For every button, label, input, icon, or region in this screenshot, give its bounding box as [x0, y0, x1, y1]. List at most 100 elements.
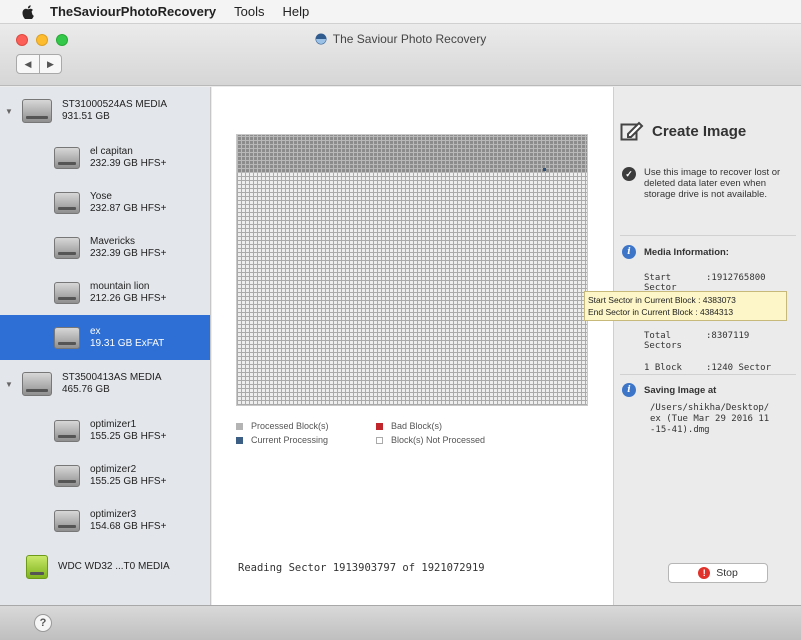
check-icon: ✓ — [622, 167, 636, 181]
reading-total-sector: 1921072919 — [421, 562, 485, 574]
hard-drive-icon — [22, 99, 52, 123]
external-drive-icon — [26, 555, 48, 579]
volume-size: 232.39 GB HFS+ — [90, 157, 167, 169]
drive-name: WDC WD32 ...T0 MEDIA — [58, 561, 170, 572]
saving-image-section: i Saving Image at /Users/shikha/Desktop/… — [622, 383, 796, 436]
window-title-text: The Saviour Photo Recovery — [332, 32, 487, 46]
volume-name: optimizer3 — [90, 508, 137, 520]
block-map — [236, 134, 588, 406]
total-sectors-label: Total Sectors — [644, 331, 682, 351]
volume-icon — [54, 191, 80, 214]
stop-icon: ! — [698, 567, 711, 579]
create-image-description: ✓ Use this image to recover lost or dele… — [622, 167, 796, 200]
legend-processed-label: Processed Block(s) — [251, 421, 329, 431]
volume-icon — [54, 146, 80, 169]
volume-item-selected[interactable]: ex 19.31 GB ExFAT — [0, 315, 210, 360]
volume-item[interactable]: mountain lion 212.26 GB HFS+ — [0, 270, 210, 315]
drive-name: ST3500413AS MEDIA — [62, 372, 162, 383]
edit-icon — [620, 121, 644, 141]
create-image-heading: Create Image — [620, 120, 746, 142]
description-text: Use this image to recover lost or delete… — [644, 167, 781, 200]
scan-panel: Processed Block(s) Bad Block(s) Current … — [212, 87, 613, 605]
legend-not-processed: Block(s) Not Processed — [376, 435, 485, 445]
drive-sidebar: ▼ ST31000524AS MEDIA 931.51 GB el capitan… — [0, 87, 211, 605]
legend-bad: Bad Block(s) — [376, 421, 442, 431]
sector-tooltip: Start Sector in Current Block : 4383073 … — [584, 291, 787, 321]
forward-button[interactable]: ▶ — [39, 55, 61, 73]
help-button[interactable]: ? — [34, 614, 52, 632]
menu-bar: TheSaviourPhotoRecovery Tools Help — [0, 0, 801, 24]
drive-item[interactable]: WDC WD32 ...T0 MEDIA — [0, 543, 210, 591]
volume-size: 155.25 GB HFS+ — [90, 475, 167, 487]
volume-item[interactable]: optimizer1 155.25 GB HFS+ — [0, 408, 210, 453]
volume-icon — [54, 509, 80, 532]
block-size-value: :1240 Sector — [706, 363, 772, 373]
start-sector-value: :1912765800 — [706, 273, 766, 283]
back-button[interactable]: ◀ — [17, 55, 39, 73]
legend-bad-label: Bad Block(s) — [391, 421, 443, 431]
volume-item[interactable]: optimizer3 154.68 GB HFS+ — [0, 498, 210, 543]
reading-status: Reading Sector 1913903797 of 1921072919 — [238, 562, 485, 574]
volume-name: Mavericks — [90, 235, 136, 247]
volume-icon — [54, 281, 80, 304]
media-info-title: Media Information: — [644, 246, 729, 258]
bad-swatch — [376, 422, 383, 430]
volume-icon — [54, 464, 80, 487]
drive-name: ST31000524AS MEDIA — [62, 99, 168, 110]
stop-button[interactable]: ! Stop — [668, 563, 768, 583]
drive-item[interactable]: ▼ ST31000524AS MEDIA 931.51 GB — [0, 87, 210, 135]
volume-item[interactable]: optimizer2 155.25 GB HFS+ — [0, 453, 210, 498]
app-logo-icon — [315, 33, 327, 45]
apple-menu-icon[interactable] — [14, 4, 42, 19]
window-footer: ? — [0, 605, 801, 640]
legend-not-processed-label: Block(s) Not Processed — [391, 435, 486, 445]
window-titlebar: The Saviour Photo Recovery ◀ ▶ — [0, 24, 801, 86]
volume-name: Yose — [90, 190, 112, 202]
unprocessed-blocks-region — [237, 173, 587, 405]
legend-current: Current Processing — [236, 435, 328, 445]
processed-blocks-region — [237, 135, 587, 173]
saving-title: Saving Image at — [644, 384, 717, 396]
legend-current-label: Current Processing — [251, 435, 329, 445]
volume-name: el capitan — [90, 145, 133, 157]
volume-size: 155.25 GB HFS+ — [90, 430, 167, 442]
disclosure-triangle-icon[interactable]: ▼ — [5, 107, 13, 116]
start-sector-row: Start Sector :1912765800 — [644, 273, 796, 293]
info-panel: Create Image ✓ Use this image to recover… — [613, 87, 801, 605]
volume-item[interactable]: Yose 232.87 GB HFS+ — [0, 180, 210, 225]
block-size-label: 1 Block — [644, 363, 682, 373]
stop-button-label: Stop — [716, 567, 738, 579]
volume-name: optimizer1 — [90, 418, 137, 430]
divider — [620, 374, 796, 375]
disclosure-triangle-icon[interactable]: ▼ — [5, 380, 13, 389]
menu-help[interactable]: Help — [283, 4, 310, 19]
volume-size: 154.68 GB HFS+ — [90, 520, 167, 532]
volume-name: ex — [90, 325, 101, 337]
total-sectors-value: :8307119 — [706, 331, 750, 341]
current-swatch — [236, 436, 243, 444]
info-icon: i — [622, 245, 636, 259]
info-icon: i — [622, 383, 636, 397]
volume-name: mountain lion — [90, 280, 150, 292]
create-image-title: Create Image — [652, 122, 747, 140]
volume-item[interactable]: el capitan 232.39 GB HFS+ — [0, 135, 210, 180]
volume-item[interactable]: Mavericks 232.39 GB HFS+ — [0, 225, 210, 270]
not-processed-swatch — [376, 436, 383, 444]
drive-size: 465.76 GB — [62, 384, 110, 395]
menu-tools[interactable]: Tools — [234, 4, 264, 19]
legend-processed: Processed Block(s) — [236, 421, 329, 431]
nav-buttons: ◀ ▶ — [16, 54, 62, 74]
volume-size: 19.31 GB ExFAT — [90, 337, 165, 349]
volume-icon — [54, 236, 80, 259]
total-sectors-row: Total Sectors :8307119 — [644, 331, 796, 351]
saving-path: /Users/shikha/Desktop/ex (Tue Mar 29 201… — [650, 403, 770, 435]
reading-label: Reading Sector — [238, 562, 327, 574]
app-menu[interactable]: TheSaviourPhotoRecovery — [50, 4, 216, 19]
tooltip-end-sector: End Sector in Current Block : 4384313 — [588, 307, 734, 317]
volume-size: 232.87 GB HFS+ — [90, 202, 167, 214]
drive-item[interactable]: ▼ ST3500413AS MEDIA 465.76 GB — [0, 360, 210, 408]
volume-size: 232.39 GB HFS+ — [90, 247, 167, 259]
volume-size: 212.26 GB HFS+ — [90, 292, 167, 304]
drive-size: 931.51 GB — [62, 111, 110, 122]
volume-icon — [54, 419, 80, 442]
